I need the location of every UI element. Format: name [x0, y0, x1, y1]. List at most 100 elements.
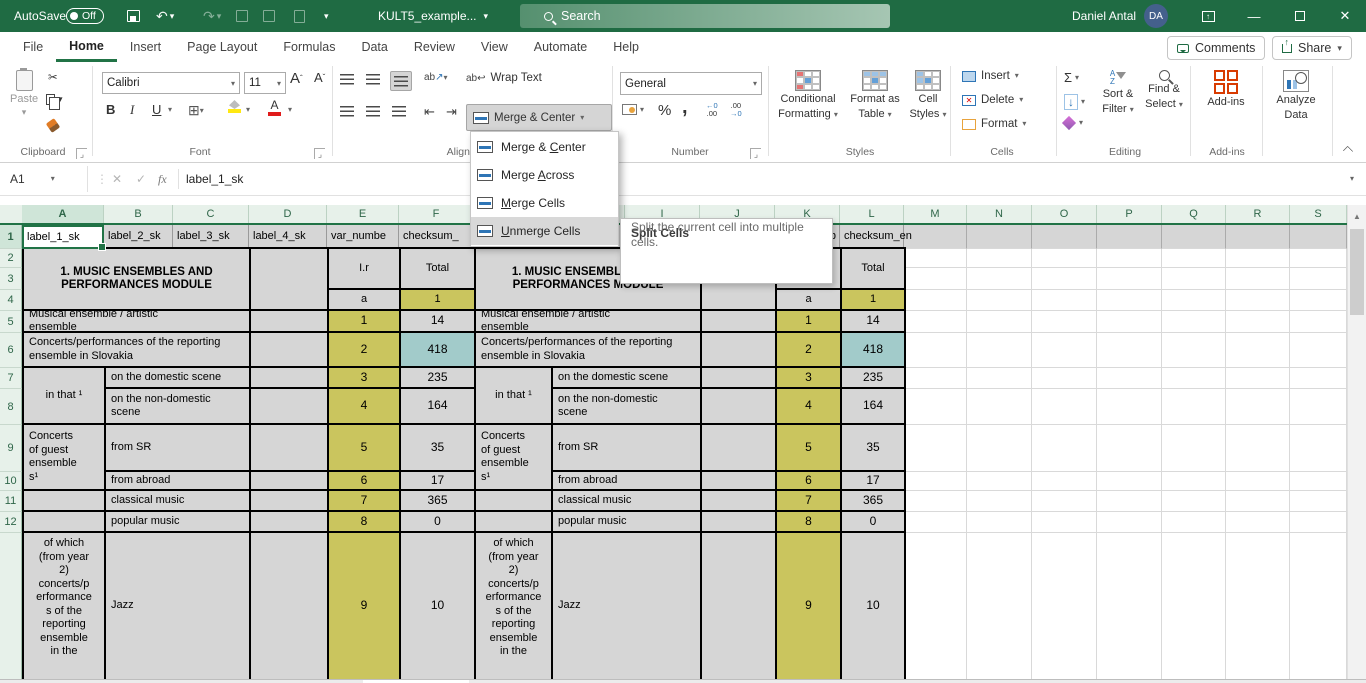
tab-insert[interactable]: Insert [117, 32, 174, 62]
cell-row9-num[interactable]: 5 [329, 425, 401, 472]
cell-M5[interactable] [904, 311, 967, 333]
font-color-button[interactable]: A [268, 98, 281, 116]
cell-row11-num[interactable]: 7 [777, 491, 842, 512]
cell-row8-label[interactable]: on the non-domestic scene [553, 389, 702, 425]
cell-row12-label[interactable]: popular music [553, 512, 702, 533]
cell-O2[interactable] [1032, 249, 1097, 268]
format-cells-button[interactable]: Format▾ [962, 118, 1026, 130]
cell-R7[interactable] [1226, 368, 1290, 389]
cell-row9-num[interactable]: 5 [777, 425, 842, 472]
cell-S11[interactable] [1290, 491, 1347, 512]
empty-cell[interactable] [476, 491, 553, 512]
file-name-menu[interactable]: KULT5_example...▾ [378, 0, 488, 32]
autosave-toggle[interactable]: Off [66, 8, 104, 24]
cell-row8-value[interactable]: 164 [401, 389, 476, 425]
cell-row10-num[interactable]: 6 [777, 472, 842, 491]
cell-D1[interactable]: label_4_sk [249, 225, 327, 247]
cell-O13[interactable] [1032, 533, 1097, 679]
qat-customize-button[interactable]: ▾ [324, 0, 329, 32]
cell-S2[interactable] [1290, 249, 1347, 268]
cell-R4[interactable] [1226, 290, 1290, 311]
cell-B1[interactable]: label_2_sk [104, 225, 173, 247]
clear-button[interactable]: ▾ [1064, 118, 1083, 128]
orientation-button[interactable]: ab↗▾ [424, 72, 448, 83]
cell-N11[interactable] [967, 491, 1032, 512]
row-header-1[interactable]: 1 [0, 225, 22, 249]
empty-cell[interactable] [476, 512, 553, 533]
col-header-O[interactable]: O [1032, 205, 1097, 223]
underline-button[interactable]: U [152, 102, 161, 117]
cell-row9-value[interactable]: 35 [401, 425, 476, 472]
cell-R3[interactable] [1226, 268, 1290, 290]
format-as-table-button[interactable]: Format as Table ▾ [846, 70, 904, 121]
cell-Q3[interactable] [1162, 268, 1226, 290]
sheet-tab-strip[interactable] [0, 679, 1366, 683]
comma-style-button[interactable]: , [682, 96, 688, 119]
vertical-scrollbar[interactable]: ▲ [1347, 205, 1366, 679]
number-format-select[interactable]: General▾ [620, 72, 762, 95]
increase-font-button[interactable]: Aˆ [290, 70, 303, 87]
empty-cell[interactable] [251, 472, 329, 491]
empty-cell[interactable] [702, 311, 777, 333]
cell-row6-label[interactable]: Concerts/performances of the reporting e… [24, 333, 251, 368]
number-dialog-launcher[interactable]: ⌟ [750, 148, 761, 159]
cell-R11[interactable] [1226, 491, 1290, 512]
cell-N2[interactable] [967, 249, 1032, 268]
col-header-S[interactable]: S [1290, 205, 1347, 223]
cell-row8-num[interactable]: 4 [329, 389, 401, 425]
row-header-10[interactable]: 10 [0, 472, 22, 491]
cell-F1[interactable]: checksum_ [399, 225, 474, 247]
row-header-13[interactable] [0, 533, 22, 679]
wrap-text-button[interactable]: ab↩Wrap Text [466, 72, 542, 84]
col-header-C[interactable]: C [173, 205, 249, 223]
percent-style-button[interactable]: % [658, 102, 671, 119]
insert-cells-button[interactable]: Insert▾ [962, 70, 1019, 82]
cell-N1[interactable] [967, 225, 1032, 249]
tab-data[interactable]: Data [348, 32, 400, 62]
cell-O10[interactable] [1032, 472, 1097, 491]
cell-R1[interactable] [1226, 225, 1290, 249]
cell-N6[interactable] [967, 333, 1032, 368]
bold-button[interactable]: B [106, 102, 115, 117]
accounting-format-button[interactable]: ▾ [622, 104, 644, 115]
cell-P4[interactable] [1097, 290, 1162, 311]
autosum-button[interactable]: Σ▾ [1064, 70, 1079, 85]
cell-P13[interactable] [1097, 533, 1162, 679]
row-header-11[interactable]: 11 [0, 491, 22, 512]
cell-N8[interactable] [967, 389, 1032, 425]
cell-Q5[interactable] [1162, 311, 1226, 333]
empty-cell[interactable] [251, 491, 329, 512]
find-select-button[interactable]: Find & Select ▾ [1142, 70, 1186, 111]
collapse-ribbon-button[interactable] [1343, 146, 1354, 157]
cell-row9-value[interactable]: 35 [842, 425, 906, 472]
cell-col-letter[interactable]: a [777, 290, 842, 311]
cell-M6[interactable] [904, 333, 967, 368]
cell-P11[interactable] [1097, 491, 1162, 512]
cell-N9[interactable] [967, 425, 1032, 472]
cell-row7-value[interactable]: 235 [842, 368, 906, 389]
minimize-button[interactable]: — [1237, 0, 1271, 32]
empty-cell[interactable] [702, 389, 777, 425]
user-name[interactable]: Daniel Antal [1072, 0, 1136, 32]
increase-decimal-button[interactable]: ←0.00 [706, 102, 718, 118]
cell-N10[interactable] [967, 472, 1032, 491]
cell-S5[interactable] [1290, 311, 1347, 333]
cell-M7[interactable] [904, 368, 967, 389]
cell-N7[interactable] [967, 368, 1032, 389]
cell-row12-value[interactable]: 0 [401, 512, 476, 533]
cell-row6-checksum[interactable]: 418 [842, 333, 906, 368]
cell-N3[interactable] [967, 268, 1032, 290]
cell-row5-value[interactable]: 14 [842, 311, 906, 333]
cell-row13-value[interactable]: 10 [842, 533, 906, 679]
middle-align-button[interactable] [366, 74, 380, 85]
cell-N5[interactable] [967, 311, 1032, 333]
row-header-5[interactable]: 5 [0, 311, 22, 333]
fill-color-button[interactable] [228, 100, 241, 113]
cell-O6[interactable] [1032, 333, 1097, 368]
cell-P3[interactable] [1097, 268, 1162, 290]
cell-row11-value[interactable]: 365 [842, 491, 906, 512]
ribbon-display-options-button[interactable]: ↑ [1191, 0, 1225, 32]
row-header-8[interactable]: 8 [0, 389, 22, 425]
borders-button[interactable]: ⊞ ▾ [188, 102, 204, 119]
row-header-9[interactable]: 9 [0, 425, 22, 472]
